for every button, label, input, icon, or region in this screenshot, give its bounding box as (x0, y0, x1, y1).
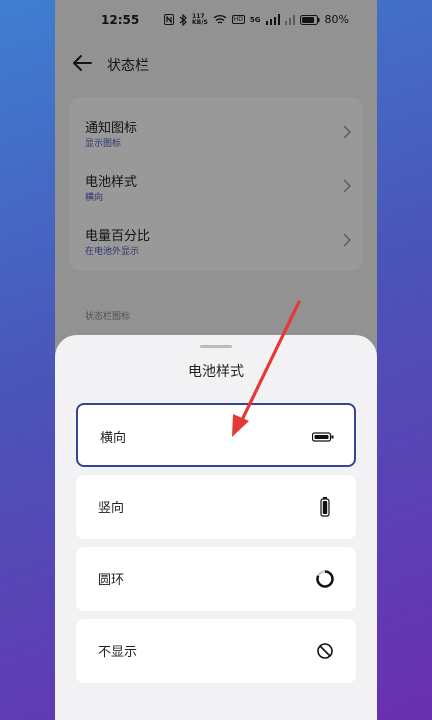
option-label: 圆环 (98, 573, 125, 588)
option-label: 横向 (100, 431, 127, 446)
option-label: 竖向 (98, 501, 125, 516)
hidden-icon (317, 643, 333, 659)
sheet-title: 电池样式 (188, 364, 244, 380)
phone-screen: 12:55 117 KB/S HD 5G 80% 状态栏 通知图标 显示图标 电… (55, 0, 377, 720)
drag-handle[interactable] (200, 345, 232, 348)
battery-horizontal-icon (312, 432, 334, 442)
battery-ring-icon (316, 570, 334, 588)
battery-vertical-icon (320, 497, 330, 517)
option-horizontal[interactable]: 横向 (76, 403, 356, 467)
option-vertical[interactable]: 竖向 (76, 475, 356, 539)
option-hidden[interactable]: 不显示 (76, 619, 356, 683)
option-label: 不显示 (98, 645, 138, 660)
battery-style-sheet: 电池样式 横向 竖向 圆环 不显示 (55, 335, 377, 720)
option-ring[interactable]: 圆环 (76, 547, 356, 611)
